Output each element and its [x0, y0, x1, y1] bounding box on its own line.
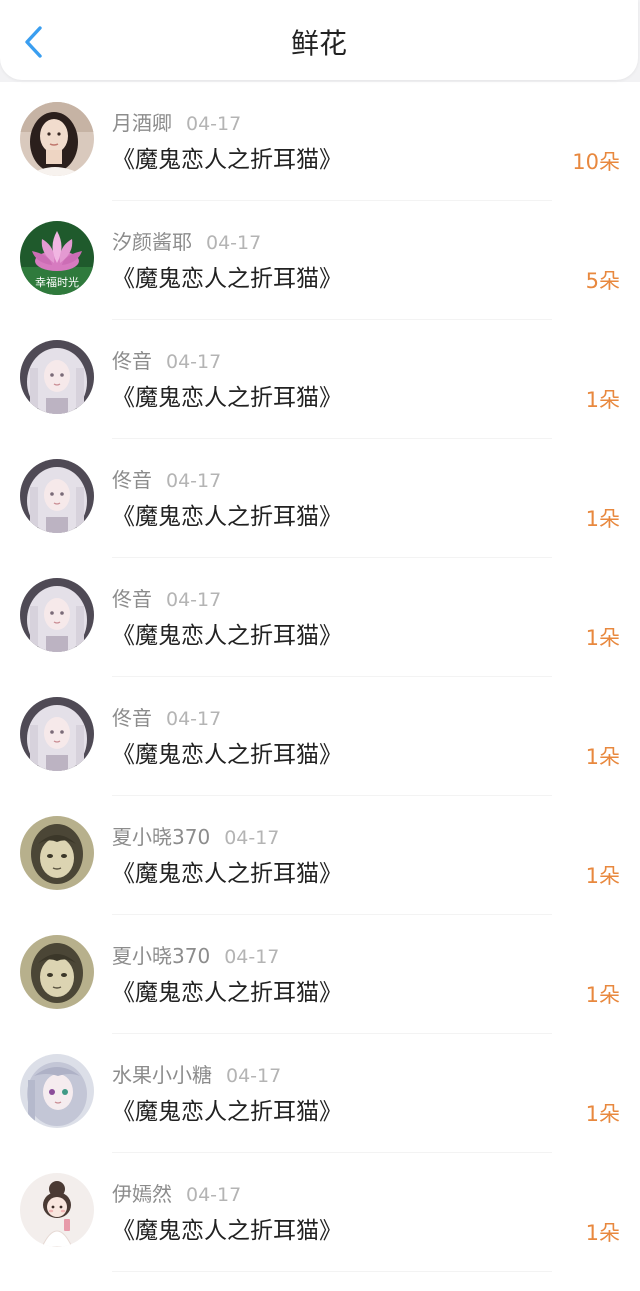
user-name[interactable]: 汐颜酱耶	[112, 230, 192, 254]
book-title[interactable]: 《魔鬼恋人之折耳猫》	[112, 380, 342, 416]
flower-count: 1朵	[585, 388, 620, 412]
avatar[interactable]	[20, 578, 94, 652]
avatar[interactable]	[20, 816, 94, 890]
avatar[interactable]: 幸福时光	[20, 221, 94, 295]
book-title[interactable]: 《魔鬼恋人之折耳猫》	[112, 737, 342, 773]
avatar[interactable]	[20, 1054, 94, 1128]
book-title[interactable]: 《魔鬼恋人之折耳猫》	[112, 1213, 342, 1249]
avatar[interactable]	[20, 459, 94, 533]
date: 04-17	[186, 113, 242, 135]
book-title[interactable]: 《魔鬼恋人之折耳猫》	[112, 261, 342, 297]
book-title[interactable]: 《魔鬼恋人之折耳猫》	[112, 142, 342, 178]
list-item[interactable]: 佟音 04-17 《魔鬼恋人之折耳猫》 1朵	[0, 558, 640, 677]
date: 04-17	[224, 946, 280, 968]
user-name[interactable]: 佟音	[112, 349, 152, 373]
avatar[interactable]	[20, 935, 94, 1009]
date: 04-17	[206, 232, 262, 254]
flower-count: 1朵	[585, 983, 620, 1007]
flower-count: 10朵	[572, 150, 620, 174]
avatar-caption: 幸福时光	[35, 275, 79, 289]
flower-count: 1朵	[585, 1221, 620, 1245]
list-item[interactable]: 幸福时光 汐颜酱耶 04-17 《魔鬼恋人之折耳猫》 5朵	[0, 201, 640, 320]
flower-count: 1朵	[585, 1102, 620, 1126]
list-item[interactable]: 水果小小糖 04-17 《魔鬼恋人之折耳猫》 1朵	[0, 1034, 640, 1153]
list-item[interactable]: 佟音 04-17 《魔鬼恋人之折耳猫》 1朵	[0, 320, 640, 439]
flower-count: 1朵	[585, 745, 620, 769]
book-title[interactable]: 《魔鬼恋人之折耳猫》	[112, 975, 342, 1011]
flower-count: 5朵	[585, 269, 620, 293]
date: 04-17	[166, 589, 222, 611]
book-title[interactable]: 《魔鬼恋人之折耳猫》	[112, 1094, 342, 1130]
top-bar: 鲜花	[0, 0, 638, 80]
page-title: 鲜花	[290, 27, 347, 60]
user-name[interactable]: 月酒卿	[112, 111, 172, 135]
user-name[interactable]: 水果小小糖	[112, 1063, 212, 1087]
flower-list: 月酒卿 04-17 《魔鬼恋人之折耳猫》 10朵 幸福时光 汐颜酱耶 04-17 《…	[0, 82, 640, 1291]
list-item[interactable]: 夏小晓370 04-17 《魔鬼恋人之折耳猫》 1朵	[0, 915, 640, 1034]
user-name[interactable]: 夏小晓370	[112, 944, 210, 968]
user-name[interactable]: 佟音	[112, 587, 152, 611]
user-name[interactable]: 夏小晓370	[112, 825, 210, 849]
date: 04-17	[166, 708, 222, 730]
user-name[interactable]: 伊嫣然	[112, 1182, 172, 1206]
flower-count: 1朵	[585, 864, 620, 888]
user-name[interactable]: 佟音	[112, 706, 152, 730]
avatar[interactable]	[20, 697, 94, 771]
date: 04-17	[224, 827, 280, 849]
list-item[interactable]: 伊嫣然 04-17 《魔鬼恋人之折耳猫》 1朵	[0, 1153, 640, 1272]
book-title[interactable]: 《魔鬼恋人之折耳猫》	[112, 618, 342, 654]
date: 04-17	[226, 1065, 282, 1087]
list-item[interactable]: 月酒卿 04-17 《魔鬼恋人之折耳猫》 10朵	[0, 82, 640, 201]
avatar[interactable]	[20, 340, 94, 414]
date: 04-17	[166, 470, 222, 492]
book-title[interactable]: 《魔鬼恋人之折耳猫》	[112, 499, 342, 535]
user-name[interactable]: 佟音	[112, 468, 152, 492]
list-item[interactable]: 夏小晓370 04-17 《魔鬼恋人之折耳猫》 1朵	[0, 796, 640, 915]
avatar[interactable]	[20, 102, 94, 176]
flower-count: 1朵	[585, 626, 620, 650]
list-item[interactable]: 佟音 04-17 《魔鬼恋人之折耳猫》 1朵	[0, 439, 640, 558]
date: 04-17	[166, 351, 222, 373]
date: 04-17	[186, 1184, 242, 1206]
avatar[interactable]	[20, 1173, 94, 1247]
divider	[112, 1271, 552, 1272]
list-item[interactable]: 佟音 04-17 《魔鬼恋人之折耳猫》 1朵	[0, 677, 640, 796]
book-title[interactable]: 《魔鬼恋人之折耳猫》	[112, 856, 342, 892]
flower-count: 1朵	[585, 507, 620, 531]
